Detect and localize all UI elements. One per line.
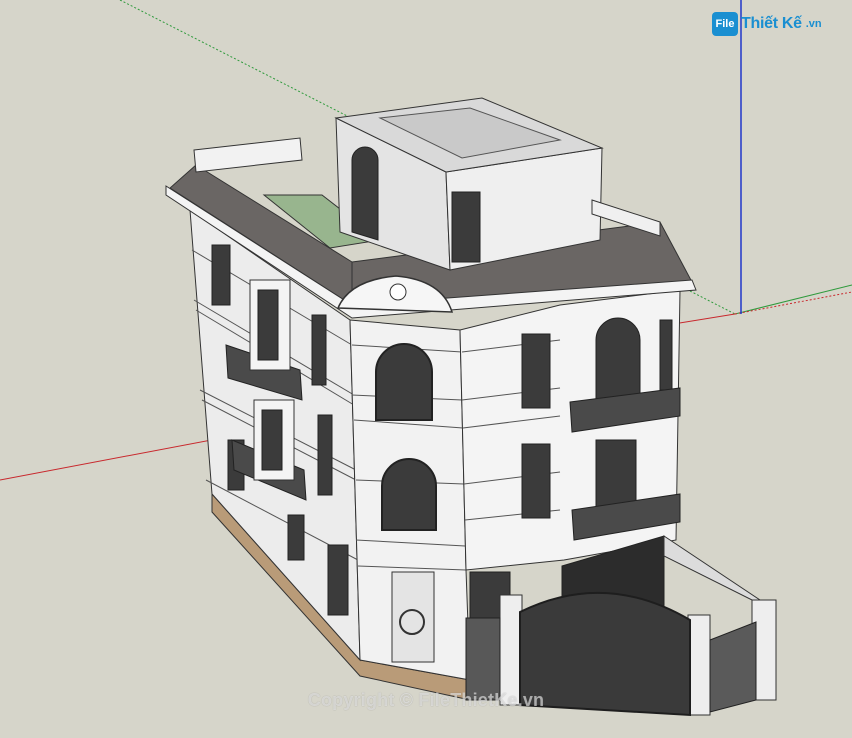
- logo-mark: File: [712, 12, 738, 36]
- pediment-cartouche: [389, 283, 407, 301]
- copyright-watermark: Copyright © FileThietKe.vn: [307, 690, 545, 710]
- gate-pillar-left: [499, 594, 523, 706]
- sketchup-viewport[interactable]: File Thiết Kế .vn Copyright © FileThietK…: [0, 0, 852, 738]
- right-window-2: [521, 443, 551, 519]
- red-axis-right: [734, 291, 852, 315]
- driveway-wall[interactable]: [663, 535, 762, 601]
- filethietke-logo: File Thiết Kế .vn: [712, 12, 822, 36]
- arched-window-lower: [381, 458, 437, 531]
- green-axis-front: [734, 284, 852, 315]
- side-gate: [465, 617, 501, 701]
- right-window-1: [521, 333, 551, 409]
- logo-suffix: .vn: [805, 18, 822, 30]
- bay-window-lower: [595, 439, 637, 511]
- left-window-2: [311, 314, 327, 386]
- model-scene[interactable]: [0, 0, 852, 738]
- penthouse-window: [451, 191, 481, 263]
- left-bay-lower-window: [261, 409, 283, 471]
- left-window-1: [211, 244, 231, 306]
- roof-parapet: [193, 137, 303, 173]
- penthouse-arched-window: [351, 146, 379, 241]
- left-bay-upper-window: [257, 289, 279, 361]
- bay-side-window: [659, 319, 673, 391]
- ground-panel: [391, 571, 435, 663]
- bay-arched-window: [595, 317, 641, 401]
- left-window-3: [317, 414, 333, 496]
- left-window-5: [327, 544, 349, 616]
- left-window-4: [287, 514, 305, 561]
- logo-text: Thiết Kế: [741, 15, 802, 32]
- arched-window-upper: [375, 343, 433, 421]
